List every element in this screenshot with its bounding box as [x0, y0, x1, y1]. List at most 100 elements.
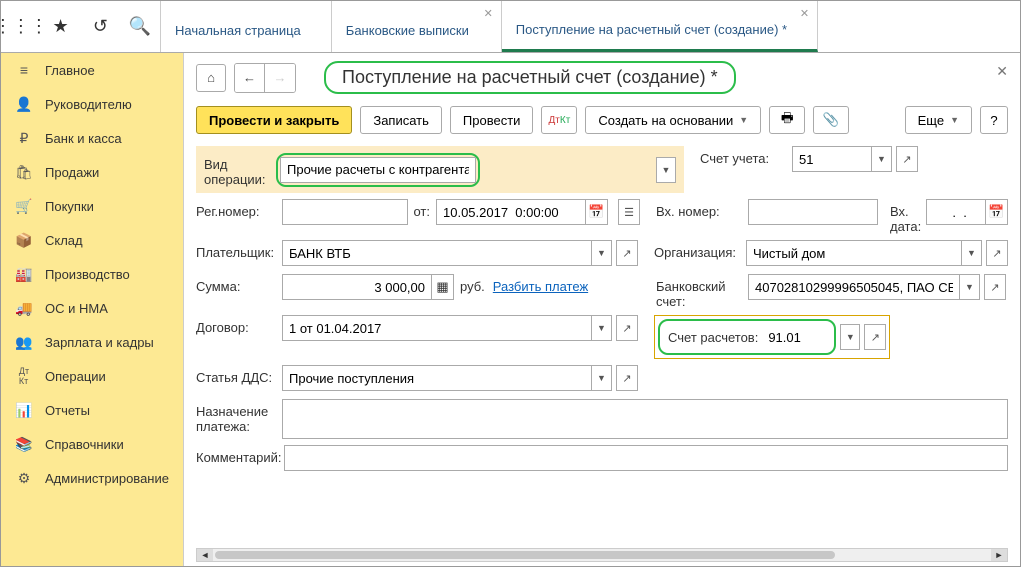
debit-credit-button[interactable]: ДтКт: [541, 106, 577, 134]
scroll-right-icon[interactable]: ►: [991, 549, 1007, 561]
search-icon[interactable]: 🔍: [128, 15, 152, 39]
org-input[interactable]: [746, 240, 962, 266]
home-button[interactable]: ⌂: [196, 64, 226, 92]
contract-input[interactable]: [282, 315, 592, 341]
in-date-label: Вх. дата:: [890, 199, 926, 234]
sidebar-item-label: Склад: [45, 233, 83, 248]
op-type-input[interactable]: [280, 157, 476, 183]
sidebar-item-production[interactable]: 🏭Производство: [1, 257, 183, 291]
star-icon[interactable]: ★: [49, 15, 73, 39]
sidebar-item-main[interactable]: ≡Главное: [1, 53, 183, 87]
scroll-thumb[interactable]: [215, 551, 835, 559]
home-icon: ≡: [13, 61, 35, 79]
account-dropdown[interactable]: ▼: [872, 146, 892, 172]
reg-no-input[interactable]: [282, 199, 408, 225]
horizontal-scrollbar[interactable]: ◄ ►: [196, 548, 1008, 562]
forward-button[interactable]: →: [265, 64, 295, 92]
currency-label: руб.: [454, 274, 493, 294]
sidebar-item-references[interactable]: 📚 Справочники: [1, 427, 183, 461]
payer-input[interactable]: [282, 240, 592, 266]
calendar-icon[interactable]: 📅: [586, 199, 608, 225]
in-date-input[interactable]: [926, 199, 986, 225]
sidebar-item-bank[interactable]: ₽Банк и касса: [1, 121, 183, 155]
more-button[interactable]: Еще▼: [905, 106, 972, 134]
people-icon: 👥: [13, 333, 35, 351]
back-button[interactable]: ←: [235, 64, 265, 92]
close-icon[interactable]: ✕: [484, 7, 493, 20]
box-icon: 📦: [13, 231, 35, 249]
settle-acc-input[interactable]: [762, 324, 826, 350]
chevron-down-icon: ▼: [739, 115, 748, 125]
form: Вид операции: ▼ Счет учета: ▼ ↗: [184, 142, 1020, 544]
org-open[interactable]: ↗: [986, 240, 1008, 266]
save-button[interactable]: Записать: [360, 106, 442, 134]
sidebar-item-label: Отчеты: [45, 403, 90, 418]
contract-dropdown[interactable]: ▼: [592, 315, 612, 341]
sidebar-item-sales[interactable]: 🛍 Продажи: [1, 155, 183, 189]
sidebar-item-reports[interactable]: 📊Отчеты: [1, 393, 183, 427]
calc-icon[interactable]: ▦: [432, 274, 454, 300]
help-button[interactable]: ?: [980, 106, 1008, 134]
tab-bank-statements[interactable]: Банковские выписки ✕: [332, 1, 502, 52]
post-button[interactable]: Провести: [450, 106, 534, 134]
close-icon[interactable]: ✕: [800, 7, 809, 20]
tab-home[interactable]: Начальная страница: [161, 1, 332, 52]
sidebar-item-admin[interactable]: ⚙Администрирование: [1, 461, 183, 495]
account-input[interactable]: [792, 146, 872, 172]
bank-acc-open[interactable]: ↗: [984, 274, 1006, 300]
sidebar-item-operations[interactable]: ДтКтОперации: [1, 359, 183, 393]
ruble-icon: ₽: [13, 129, 35, 147]
tab-label: Банковские выписки: [346, 23, 469, 38]
content: ✕ ⌂ ← → Поступление на расчетный счет (с…: [184, 53, 1020, 566]
account-label: Счет учета:: [700, 146, 792, 166]
reg-no-label: Рег.номер:: [196, 199, 282, 219]
purpose-textarea[interactable]: [282, 399, 1008, 439]
dds-open[interactable]: ↗: [616, 365, 638, 391]
settle-acc-open[interactable]: ↗: [864, 324, 886, 350]
books-icon: 📚: [13, 435, 35, 453]
account-open[interactable]: ↗: [896, 146, 918, 172]
sidebar-item-label: ОС и НМА: [45, 301, 108, 316]
tab-incoming-payment[interactable]: Поступление на расчетный счет (создание)…: [502, 1, 818, 52]
tabs: Начальная страница Банковские выписки ✕ П…: [161, 1, 1020, 52]
bag-icon: 🛍: [13, 163, 35, 181]
op-type-label: Вид операции:: [204, 152, 276, 187]
scroll-left-icon[interactable]: ◄: [197, 549, 213, 561]
comment-input[interactable]: [284, 445, 1008, 471]
settle-acc-dropdown[interactable]: ▼: [840, 324, 860, 350]
bank-acc-input[interactable]: [748, 274, 960, 300]
sum-input[interactable]: [282, 274, 432, 300]
sidebar-item-label: Покупки: [45, 199, 94, 214]
op-type-dropdown[interactable]: ▼: [656, 157, 676, 183]
apps-icon[interactable]: ⋮⋮⋮: [9, 15, 33, 39]
sidebar-item-label: Руководителю: [45, 97, 132, 112]
post-and-close-button[interactable]: Провести и закрыть: [196, 106, 352, 134]
dds-dropdown[interactable]: ▼: [592, 365, 612, 391]
payer-dropdown[interactable]: ▼: [592, 240, 612, 266]
sidebar-item-label: Продажи: [45, 165, 99, 180]
sidebar-item-warehouse[interactable]: 📦 Склад: [1, 223, 183, 257]
sidebar-item-assets[interactable]: 🚚ОС и НМА: [1, 291, 183, 325]
create-based-button[interactable]: Создать на основании▼: [585, 106, 761, 134]
dds-input[interactable]: [282, 365, 592, 391]
close-page-icon[interactable]: ✕: [996, 63, 1008, 80]
history-icon[interactable]: ↺: [88, 15, 112, 39]
date-input[interactable]: [436, 199, 586, 225]
sidebar-item-label: Справочники: [45, 437, 124, 452]
sidebar-item-purchases[interactable]: 🛒Покупки: [1, 189, 183, 223]
payer-open[interactable]: ↗: [616, 240, 638, 266]
sidebar-item-payroll[interactable]: 👥Зарплата и кадры: [1, 325, 183, 359]
split-payment-link[interactable]: Разбить платеж: [493, 274, 588, 294]
system-icons: ⋮⋮⋮ ★ ↺ 🔍: [1, 1, 161, 52]
sidebar-item-manager[interactable]: 👤Руководителю: [1, 87, 183, 121]
org-dropdown[interactable]: ▼: [962, 240, 982, 266]
calendar-icon[interactable]: 📅: [986, 199, 1008, 225]
in-no-input[interactable]: [748, 199, 878, 225]
contract-open[interactable]: ↗: [616, 315, 638, 341]
attach-button[interactable]: 📎: [813, 106, 849, 134]
print-button[interactable]: 🖶: [769, 106, 805, 134]
list-icon[interactable]: ☰: [618, 199, 640, 225]
sidebar-item-label: Администрирование: [45, 471, 169, 486]
bank-acc-dropdown[interactable]: ▼: [960, 274, 980, 300]
page-title: Поступление на расчетный счет (создание)…: [324, 61, 736, 94]
